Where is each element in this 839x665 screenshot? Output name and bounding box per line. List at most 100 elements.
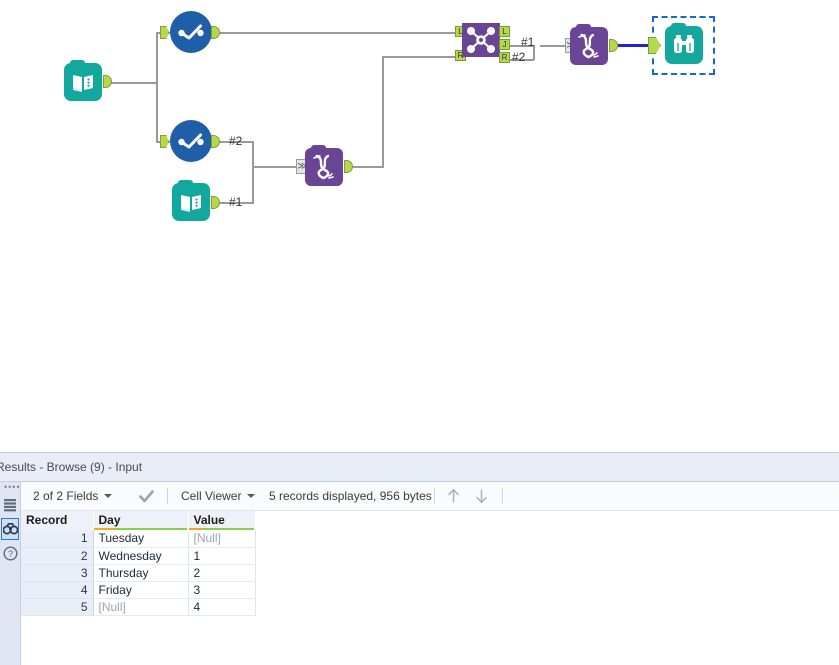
tool-notch bbox=[311, 145, 326, 151]
union2-output-anchor[interactable] bbox=[609, 39, 618, 52]
toolbar-separator-1 bbox=[167, 488, 168, 504]
results-body: •••• ? 2 of 2 Fields Cell Viewer 5 recor… bbox=[0, 482, 839, 665]
cell-day[interactable]: Tuesday bbox=[93, 530, 189, 548]
type-underline bbox=[188, 528, 255, 530]
results-table: Record Day Value 1 Tuesday [Null] 2 Wedn… bbox=[21, 511, 256, 616]
union-tool-top[interactable] bbox=[570, 24, 608, 65]
wire-union1-in bbox=[252, 166, 298, 168]
data-view-button[interactable] bbox=[1, 494, 19, 516]
fields-selector[interactable]: 2 of 2 Fields bbox=[33, 482, 113, 510]
tool-notch bbox=[576, 24, 591, 30]
cell-day[interactable]: Wednesday bbox=[93, 547, 189, 565]
question-mark-icon: ? bbox=[2, 545, 18, 561]
input-data-tool[interactable] bbox=[64, 60, 102, 101]
cell-day[interactable]: Thursday bbox=[93, 564, 189, 582]
cell-record[interactable]: 5 bbox=[21, 598, 94, 616]
table-row[interactable]: 5 [Null] 4 bbox=[21, 598, 256, 616]
svg-text:?: ? bbox=[7, 549, 12, 560]
help-button[interactable]: ? bbox=[1, 542, 19, 564]
wire-union1-vertical bbox=[252, 141, 254, 203]
cell-record[interactable]: 1 bbox=[21, 530, 94, 548]
join-output-left-anchor[interactable]: L bbox=[499, 26, 510, 37]
cell-viewer-selector[interactable]: Cell Viewer bbox=[181, 482, 256, 510]
rail-grip-handle[interactable]: •••• bbox=[4, 483, 20, 492]
select2-input-anchor[interactable] bbox=[160, 135, 169, 148]
cell-value[interactable]: 4 bbox=[188, 598, 256, 616]
select1-output-anchor[interactable] bbox=[211, 26, 220, 39]
browse-tool[interactable] bbox=[665, 23, 703, 64]
cell-value[interactable]: 1 bbox=[188, 547, 256, 565]
connection-number-1-top: #1 bbox=[521, 35, 535, 49]
results-rail: •••• ? bbox=[0, 482, 21, 665]
cell-day[interactable]: Friday bbox=[93, 581, 189, 599]
wire-union1-out bbox=[348, 166, 384, 168]
cell-viewer-label: Cell Viewer bbox=[181, 489, 242, 503]
cell-record[interactable]: 3 bbox=[21, 564, 94, 582]
table-row[interactable]: 4 Friday 3 bbox=[21, 581, 256, 599]
cell-value[interactable]: 2 bbox=[188, 564, 256, 582]
results-grid[interactable]: Record Day Value 1 Tuesday [Null] 2 Wedn… bbox=[21, 511, 256, 616]
table-body: 1 Tuesday [Null] 2 Wednesday 1 3 Thursday 2 4 Frid… bbox=[21, 530, 256, 616]
toolbar-separator-3 bbox=[502, 488, 503, 504]
select1-input-anchor[interactable] bbox=[160, 26, 169, 39]
input2-output-anchor[interactable] bbox=[211, 196, 220, 209]
cell-record[interactable]: 4 bbox=[21, 581, 94, 599]
cell-value[interactable]: [Null] bbox=[188, 530, 256, 548]
select-tool-top[interactable] bbox=[170, 11, 212, 53]
wire-to-join-right bbox=[382, 56, 455, 58]
table-row[interactable]: 3 Thursday 2 bbox=[21, 564, 256, 582]
results-toolbar: 2 of 2 Fields Cell Viewer 5 records disp… bbox=[21, 482, 839, 511]
column-header-record-label: Record bbox=[26, 513, 68, 527]
union-tool-bottom[interactable] bbox=[305, 145, 343, 186]
column-header-day-label: Day bbox=[98, 513, 121, 527]
records-status: 5 records displayed, 956 bytes bbox=[269, 482, 432, 510]
chevron-down-icon bbox=[104, 494, 113, 498]
dna-icon bbox=[313, 154, 334, 180]
arrow-down-icon bbox=[476, 489, 487, 504]
join-output-right-anchor[interactable]: R bbox=[499, 52, 510, 63]
connection-number-1-bottom: #1 bbox=[229, 195, 243, 209]
select-tool-bottom[interactable] bbox=[170, 120, 212, 162]
arrow-up-icon bbox=[448, 488, 459, 503]
column-header-day[interactable]: Day bbox=[93, 511, 189, 530]
results-titlebar[interactable]: Results - Browse (9) - Input bbox=[0, 452, 839, 482]
check-line-icon bbox=[178, 133, 204, 149]
cell-value[interactable]: 3 bbox=[188, 581, 256, 599]
input1-output-anchor[interactable] bbox=[103, 75, 112, 88]
select2-output-anchor[interactable] bbox=[211, 135, 220, 148]
scroll-up-button[interactable] bbox=[447, 482, 460, 510]
column-header-record[interactable]: Record bbox=[21, 511, 94, 530]
apply-checkmark-button[interactable] bbox=[139, 482, 154, 510]
checkmark-icon bbox=[139, 489, 154, 502]
tool-notch bbox=[70, 60, 85, 66]
browse-view-button[interactable] bbox=[1, 518, 19, 540]
wire-split-vertical bbox=[156, 33, 158, 143]
connection-number-2-bottom: #2 bbox=[229, 134, 243, 148]
column-header-value[interactable]: Value bbox=[188, 511, 256, 530]
results-title: Results - Browse (9) - Input bbox=[0, 460, 143, 474]
wire-join-to-union2 bbox=[540, 45, 566, 47]
input-data-tool-2[interactable] bbox=[172, 180, 210, 221]
cell-record[interactable]: 2 bbox=[21, 547, 94, 565]
table-header-row: Record Day Value bbox=[21, 511, 256, 530]
table-row[interactable]: 2 Wednesday 1 bbox=[21, 547, 256, 565]
wire-union1-up bbox=[382, 57, 384, 167]
list-lines-icon bbox=[4, 499, 16, 512]
workflow-canvas[interactable]: #2 #1 ≫ L R L J R #1 #2 bbox=[0, 0, 839, 452]
type-underline bbox=[93, 528, 188, 530]
dna-icon bbox=[578, 33, 599, 59]
chevron-down-icon bbox=[247, 494, 256, 498]
join-nodes-icon bbox=[467, 27, 495, 53]
binoculars-icon bbox=[2, 522, 18, 534]
column-header-value-label: Value bbox=[193, 513, 225, 527]
join-output-join-anchor[interactable]: J bbox=[499, 39, 510, 50]
tool-notch bbox=[671, 23, 686, 29]
scroll-down-button[interactable] bbox=[475, 482, 488, 510]
wire-select1-join-left bbox=[212, 32, 455, 34]
connection-number-2-top: #2 bbox=[512, 50, 526, 64]
join-tool[interactable] bbox=[462, 23, 500, 57]
union1-output-anchor[interactable] bbox=[344, 160, 353, 173]
results-panel: Results - Browse (9) - Input •••• ? 2 of… bbox=[0, 452, 839, 665]
cell-day[interactable]: [Null] bbox=[93, 598, 189, 616]
table-row[interactable]: 1 Tuesday [Null] bbox=[21, 530, 256, 548]
